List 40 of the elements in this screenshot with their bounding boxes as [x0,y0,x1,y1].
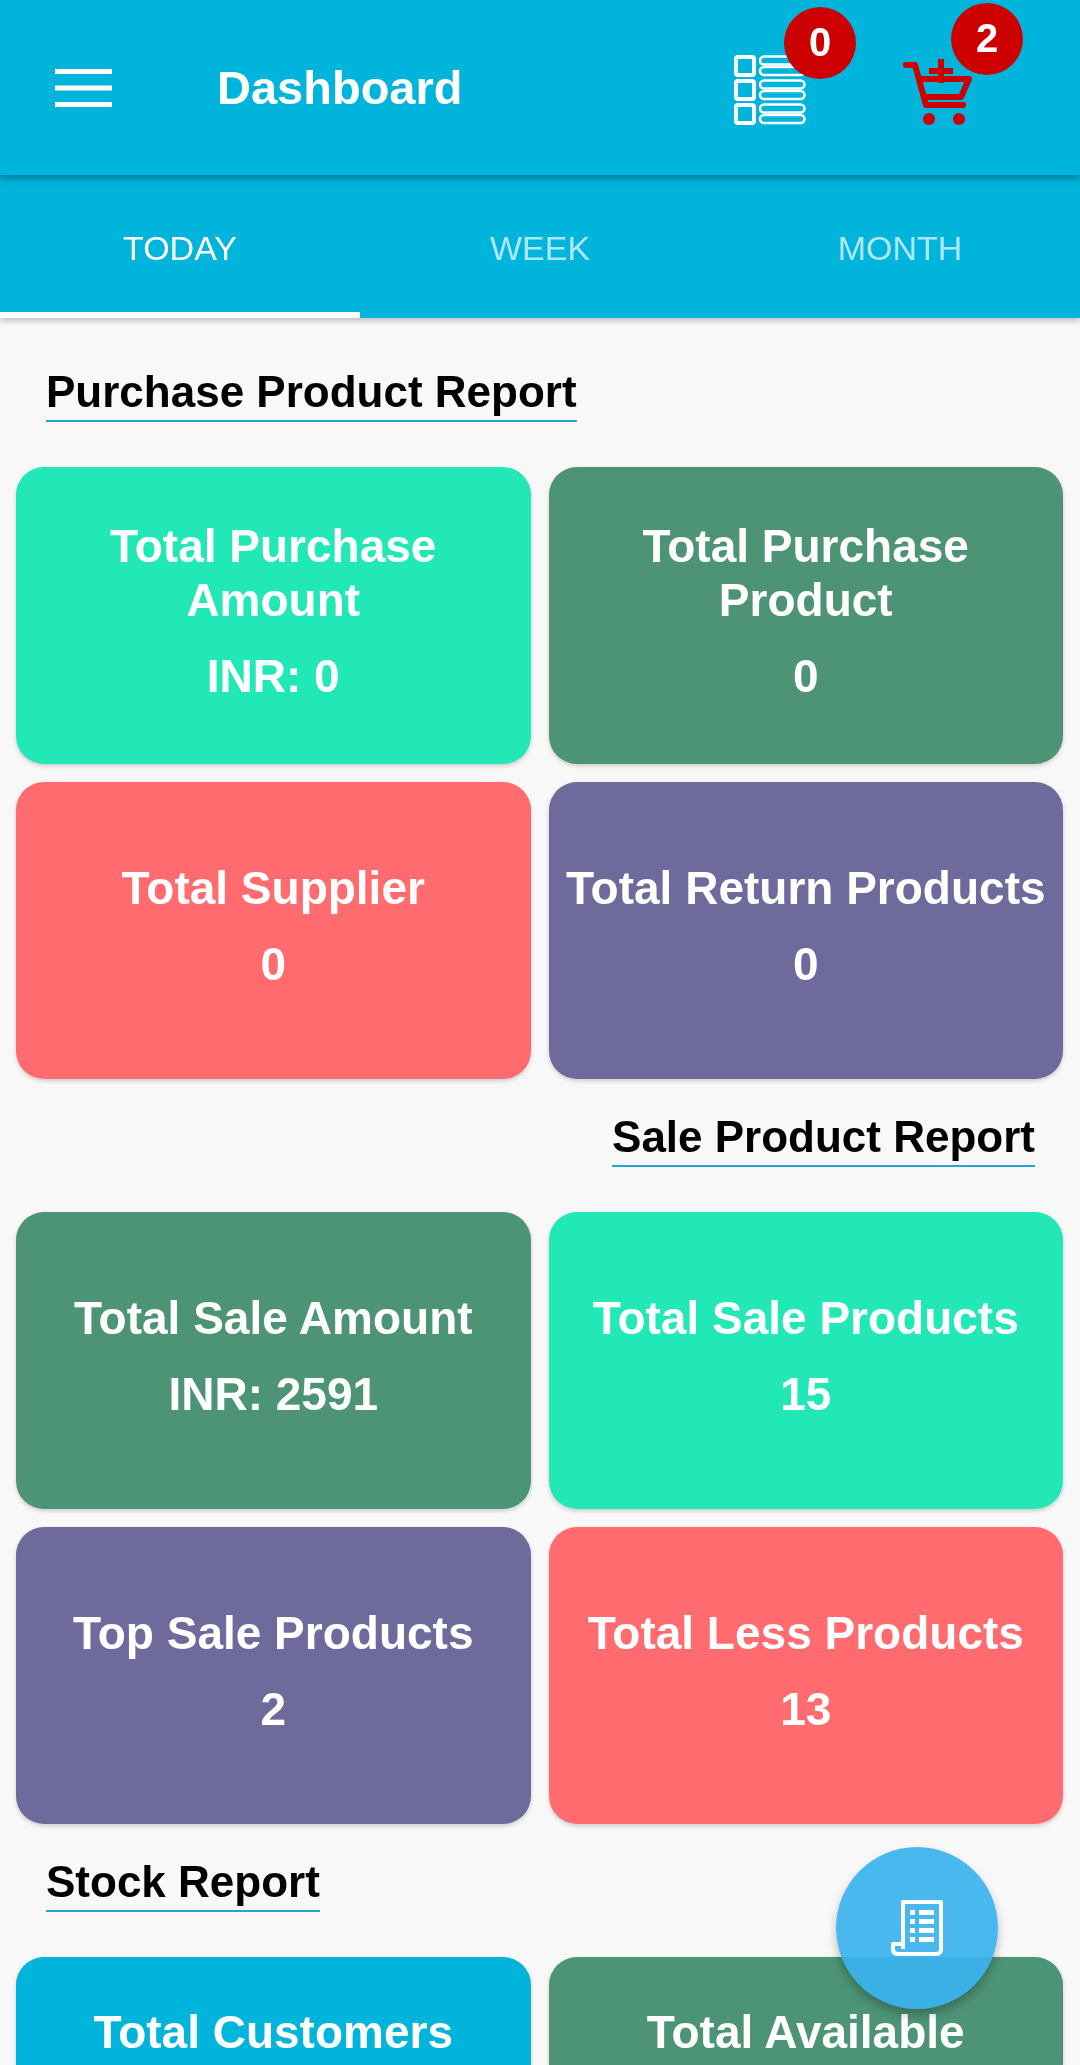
section-title: Sale Product Report [612,1113,1035,1167]
stat-card[interactable]: Total Available [548,1957,1063,2065]
stat-value: 15 [780,1366,832,1421]
section-title: Purchase Product Report [46,368,577,422]
stat-card[interactable]: Total Sale Amount INR: 2591 [16,1212,531,1509]
stat-value: 0 [792,648,819,703]
list-count-badge: 0 [784,6,856,79]
stat-label: Total Supplier [121,860,425,915]
receipt-icon [890,1899,944,1957]
stat-label: Total Sale Products [592,1290,1019,1345]
stat-label: Total Purchase Product [641,518,970,627]
stat-card[interactable]: Total Customers [16,1957,531,2065]
section-title: Stock Report [46,1858,320,1912]
stat-label: Total Available [646,2005,965,2059]
stat-card[interactable]: Total Purchase Product 0 [548,467,1063,764]
stat-label: Total Sale Amount [73,1290,473,1345]
stat-label: Total Customers [93,2005,453,2059]
stat-value: 0 [792,936,819,991]
cart-count-badge: 2 [951,2,1023,75]
stat-label: Total Return Products [565,860,1046,915]
stat-card[interactable]: Top Sale Products 2 [16,1527,531,1824]
checklist-icon[interactable] [734,54,806,125]
stat-label: Top Sale Products [73,1605,474,1660]
stat-card[interactable]: Total Supplier 0 [16,782,531,1079]
stat-card[interactable]: Total Less Products 13 [548,1527,1063,1824]
stat-card[interactable]: Total Purchase Amount INR: 0 [16,467,531,764]
stat-value: INR: 0 [206,648,340,703]
period-tab[interactable]: TODAY [0,175,360,318]
stat-label: Total Less Products [587,1605,1024,1660]
menu-icon[interactable] [55,68,112,107]
stat-card[interactable]: Total Sale Products 15 [548,1212,1063,1509]
stat-card[interactable]: Total Return Products 0 [548,782,1063,1079]
stat-value: INR: 2591 [168,1366,379,1421]
app-title: Dashboard [217,60,463,115]
stat-value: 0 [260,936,287,991]
stat-label: Total Purchase Amount [109,518,438,627]
period-tab[interactable]: WEEK [360,175,720,318]
stat-value: 2 [260,1681,287,1736]
stat-value: 13 [780,1681,832,1736]
period-tab[interactable]: MONTH [720,175,1080,318]
